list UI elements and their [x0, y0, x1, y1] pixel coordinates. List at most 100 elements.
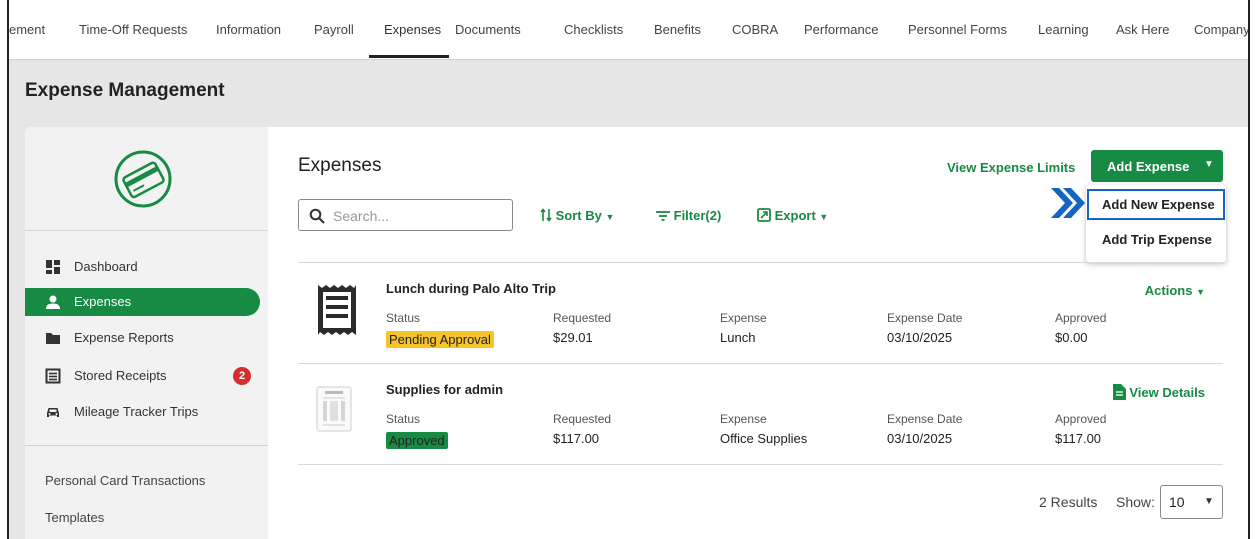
- filter-icon: [656, 211, 670, 221]
- menu-item-add-new-expense[interactable]: Add New Expense: [1087, 189, 1225, 220]
- tab-benefits[interactable]: Benefits: [654, 22, 701, 37]
- search-input[interactable]: [333, 206, 503, 226]
- receipt-icon: [318, 285, 356, 335]
- sort-icon: [540, 208, 552, 222]
- requested-value: $117.00: [553, 431, 600, 446]
- page-size-value: 10: [1169, 494, 1185, 510]
- sidebar-item-mileage-tracker-trips[interactable]: Mileage Tracker Trips: [25, 398, 260, 426]
- sidebar-link-personal-card-transactions[interactable]: Personal Card Transactions: [45, 473, 205, 488]
- tab-performance[interactable]: Performance: [804, 22, 878, 37]
- folder-icon: [46, 333, 60, 344]
- tab-checklists[interactable]: Checklists: [564, 22, 623, 37]
- tab-learning[interactable]: Learning: [1038, 22, 1089, 37]
- approved-value: $0.00: [1055, 330, 1088, 345]
- sidebar-item-stored-receipts[interactable]: Stored Receipts 2: [25, 362, 260, 390]
- sidebar-item-dashboard[interactable]: Dashboard: [25, 253, 260, 281]
- expense-row[interactable]: Supplies for admin View Details Status A…: [298, 364, 1223, 464]
- tab-personnel-forms[interactable]: Personnel Forms: [908, 22, 1007, 37]
- sidebar-item-label: Expense Reports: [74, 330, 174, 345]
- credit-card-icon: [114, 150, 172, 208]
- export-icon: [757, 208, 771, 222]
- approved-column: Approved $117.00: [1055, 412, 1106, 446]
- view-expense-limits-link[interactable]: View Expense Limits: [947, 160, 1075, 175]
- document-icon: [1112, 384, 1126, 400]
- sidebar-divider: [25, 445, 268, 446]
- dashboard-icon: [46, 260, 60, 274]
- top-nav: ement Time-Off Requests Information Payr…: [9, 0, 1248, 60]
- add-expense-button[interactable]: Add Expense ▼: [1091, 150, 1223, 182]
- notification-badge: 2: [233, 367, 251, 385]
- requested-header: Requested: [553, 311, 612, 325]
- expense-name[interactable]: Lunch during Palo Alto Trip: [386, 281, 556, 296]
- expense-header: Expense: [720, 311, 767, 325]
- add-expense-dropdown-menu: Add New Expense Add Trip Expense: [1086, 185, 1226, 262]
- date-column: Expense Date 03/10/2025: [887, 311, 962, 345]
- double-chevron-right-icon: [1051, 188, 1085, 218]
- sidebar-item-expense-reports[interactable]: Expense Reports: [25, 324, 260, 352]
- requested-value: $29.01: [553, 330, 593, 345]
- tab-company[interactable]: Company: [1194, 22, 1248, 37]
- sidebar-item-label: Dashboard: [74, 259, 138, 274]
- tab-information[interactable]: Information: [216, 22, 281, 37]
- receipt-icon: [45, 368, 61, 384]
- tab-payroll[interactable]: Payroll: [314, 22, 354, 37]
- page-size-select[interactable]: 10 ▼: [1160, 485, 1223, 519]
- expense-row[interactable]: Lunch during Palo Alto Trip Actions ▼ St…: [298, 263, 1223, 363]
- menu-item-label: Add Trip Expense: [1102, 232, 1212, 247]
- logo-area: [25, 127, 268, 231]
- tab-time-off-requests[interactable]: Time-Off Requests: [79, 22, 187, 37]
- status-column: Status Approved: [386, 412, 448, 450]
- chevron-down-icon: ▼: [605, 212, 615, 222]
- chevron-down-icon: ▼: [1196, 287, 1205, 297]
- expense-header: Expense: [720, 412, 767, 426]
- divider: [298, 464, 1223, 465]
- chevron-down-icon: ▼: [1204, 159, 1214, 170]
- tab-management[interactable]: ement: [9, 22, 45, 37]
- main-panel: Expenses View Expense Limits Add Expense…: [268, 127, 1248, 539]
- chevron-down-icon: ▼: [819, 212, 829, 222]
- date-column: Expense Date 03/10/2025: [887, 412, 962, 446]
- date-value: 03/10/2025: [887, 431, 953, 446]
- filter-button[interactable]: Filter(2): [656, 208, 721, 223]
- approved-column: Approved $0.00: [1055, 311, 1106, 345]
- sidebar-link-templates[interactable]: Templates: [45, 510, 104, 525]
- actions-dropdown[interactable]: Actions ▼: [1145, 283, 1205, 298]
- receipt-thumbnail-icon: [316, 386, 352, 432]
- status-column: Status Pending Approval: [386, 311, 494, 349]
- view-details-label: View Details: [1129, 385, 1205, 400]
- actions-label: Actions: [1144, 283, 1193, 298]
- chevron-down-icon: ▼: [1204, 496, 1214, 507]
- date-header: Expense Date: [887, 311, 963, 325]
- tab-ask-here[interactable]: Ask Here: [1116, 22, 1169, 37]
- tab-cobra[interactable]: COBRA: [732, 22, 778, 37]
- add-expense-label: Add Expense: [1107, 159, 1190, 174]
- tab-documents[interactable]: Documents: [455, 22, 521, 37]
- search-box: [298, 199, 513, 231]
- expense-column: Expense Lunch: [720, 311, 767, 345]
- status-badge: Pending Approval: [386, 331, 494, 348]
- expense-value: Lunch: [720, 330, 756, 345]
- export-button[interactable]: Export ▼: [757, 208, 828, 223]
- results-count: 2 Results: [1039, 494, 1098, 510]
- section-title: Expenses: [298, 155, 382, 176]
- tab-expenses[interactable]: Expenses: [384, 22, 441, 37]
- sidebar-item-label: Mileage Tracker Trips: [74, 404, 199, 419]
- menu-item-label: Add New Expense: [1102, 197, 1215, 212]
- expense-name[interactable]: Supplies for admin: [386, 382, 503, 397]
- page-title: Expense Management: [25, 80, 225, 101]
- approved-value: $117.00: [1055, 431, 1102, 446]
- sidebar-item-label: Stored Receipts: [74, 368, 167, 383]
- menu-item-add-trip-expense[interactable]: Add Trip Expense: [1086, 224, 1226, 255]
- date-value: 03/10/2025: [887, 330, 953, 345]
- person-icon: [46, 295, 60, 309]
- sidebar-item-expenses[interactable]: Expenses: [25, 288, 260, 316]
- approved-header: Approved: [1055, 412, 1107, 426]
- sort-by-button[interactable]: Sort By ▼: [540, 208, 614, 223]
- requested-column: Requested $29.01: [553, 311, 611, 345]
- date-header: Expense Date: [887, 412, 963, 426]
- app-frame: ement Time-Off Requests Information Payr…: [7, 0, 1250, 539]
- show-label: Show:: [1116, 494, 1155, 510]
- sidebar-item-label: Expenses: [74, 294, 132, 309]
- view-details-link[interactable]: View Details: [1112, 384, 1205, 400]
- status-header: Status: [386, 412, 421, 426]
